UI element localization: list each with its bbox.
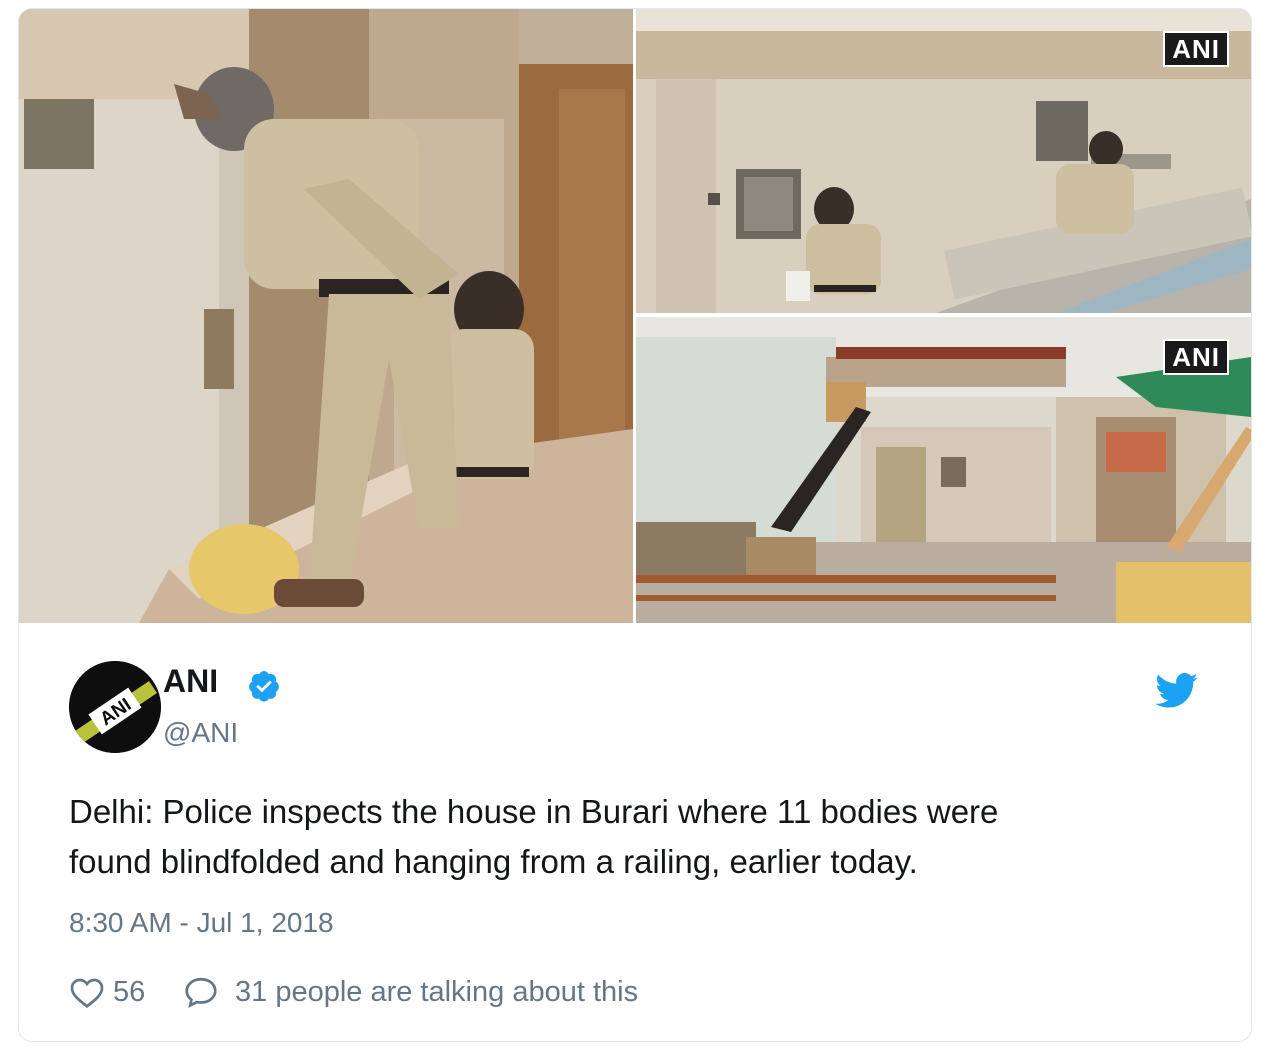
- heart-icon: [70, 978, 104, 1008]
- tweet-text: Delhi: Police inspects the house in Bura…: [69, 787, 1219, 887]
- tweet-timestamp[interactable]: 8:30 AM - Jul 1, 2018: [69, 907, 334, 939]
- author-name[interactable]: ANI: [163, 663, 218, 700]
- verified-badge-icon: [249, 671, 279, 702]
- like-count: 56: [113, 976, 146, 1008]
- tweet-text-line-2: found blindfolded and hanging from a rai…: [69, 843, 918, 880]
- ani-watermark: ANI: [1163, 31, 1229, 67]
- author-handle[interactable]: @ANI: [163, 717, 238, 749]
- ani-watermark: ANI: [1163, 339, 1229, 375]
- photo-left-illustration: [19, 9, 633, 623]
- speech-bubble-icon: [185, 977, 217, 1009]
- tweet-media-grid[interactable]: ANI ANI: [19, 9, 1251, 623]
- talking-text: 31 people are talking about this: [235, 976, 639, 1008]
- photo-police-at-window[interactable]: ANI: [636, 9, 1251, 313]
- tweet-card[interactable]: ANI ANI ANI ANI @ANI Delhi: Police inspe…: [18, 8, 1252, 1042]
- tweet-text-line-1: Delhi: Police inspects the house in Bura…: [69, 793, 999, 830]
- photo-police-on-wall[interactable]: [19, 9, 633, 623]
- photo-house-exterior[interactable]: ANI: [636, 317, 1251, 623]
- twitter-bird-icon[interactable]: [1155, 673, 1199, 709]
- photo-bottom-right-illustration: [636, 317, 1251, 623]
- photo-top-right-illustration: [636, 9, 1251, 313]
- ani-logo-icon: ANI: [69, 661, 161, 753]
- avatar[interactable]: ANI: [69, 661, 161, 753]
- tweet-actions: 56 31 people are talking about this: [69, 973, 969, 1013]
